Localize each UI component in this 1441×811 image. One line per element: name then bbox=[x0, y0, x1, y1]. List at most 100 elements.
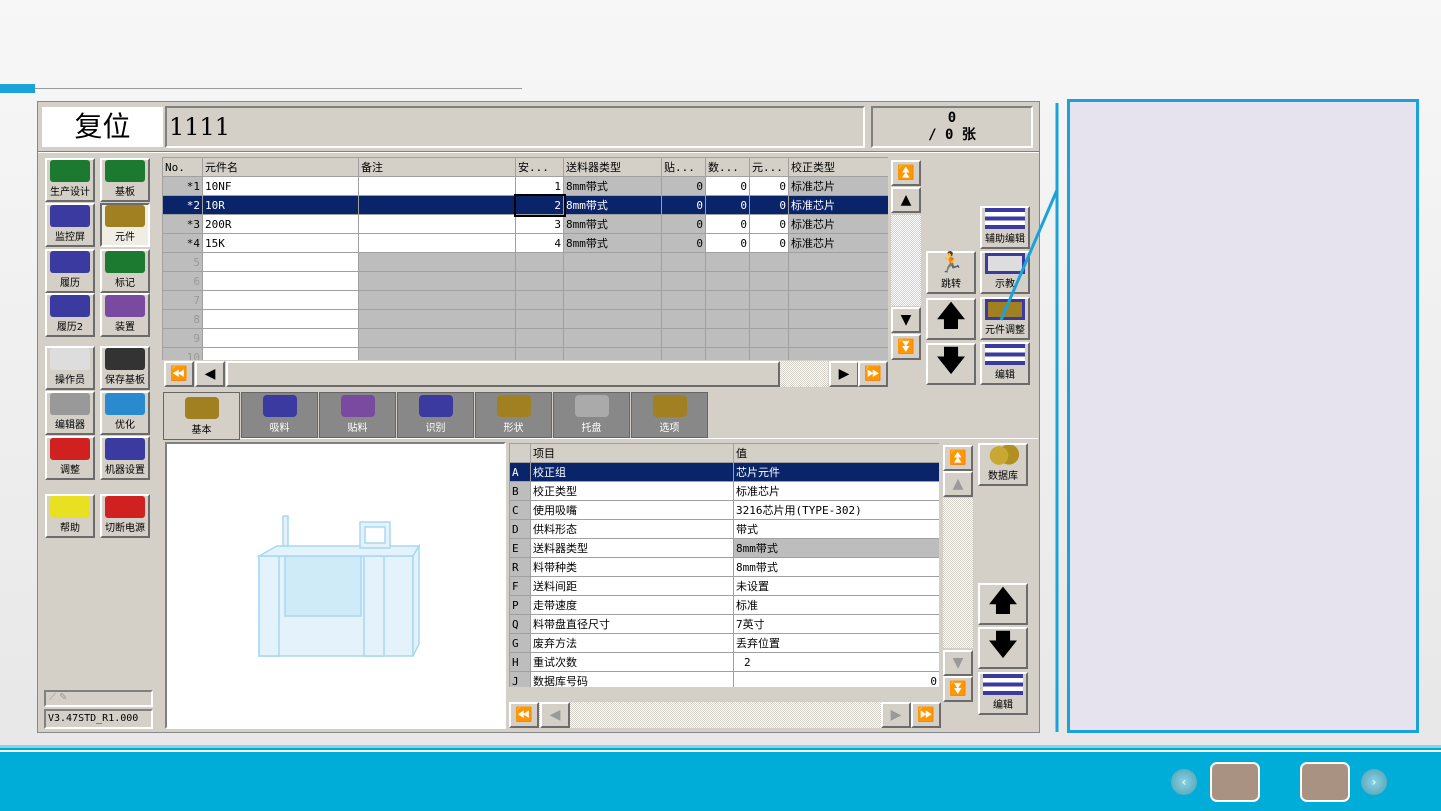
horizontal-scroll-thumb[interactable] bbox=[226, 361, 780, 387]
prop-scroll-top-button[interactable]: ⏫ bbox=[943, 445, 973, 471]
scroll-bottom-button[interactable]: ⏬ bbox=[891, 334, 921, 360]
machine-illustration bbox=[256, 515, 421, 657]
property-row[interactable]: G 废弃方法 丢弃位置 bbox=[509, 633, 939, 653]
table-row[interactable]: 5 bbox=[162, 252, 888, 272]
cell-align: 标准芯片 bbox=[788, 176, 888, 196]
sidebar-item-8[interactable]: 操作员 bbox=[45, 346, 95, 390]
prop-scroll-left-button[interactable]: ◀ bbox=[540, 702, 570, 728]
prop-scroll-bottom-button[interactable]: ⏬ bbox=[943, 676, 973, 702]
property-row[interactable]: H 重试次数 2 bbox=[509, 652, 939, 672]
tab-6[interactable]: 选项 bbox=[631, 392, 708, 438]
move-down-button[interactable]: 🡇 bbox=[926, 343, 976, 385]
prop-vertical-scrollbar[interactable] bbox=[943, 498, 973, 648]
tab-4[interactable]: 形状 bbox=[475, 392, 552, 438]
table-row[interactable]: 8 bbox=[162, 309, 888, 329]
sidebar-item-2[interactable]: 监控屏 bbox=[45, 203, 95, 247]
tab-icon bbox=[652, 395, 687, 417]
next-page-button[interactable]: › bbox=[1361, 769, 1387, 795]
sidebar-item-15[interactable]: 切断电源 bbox=[100, 494, 150, 538]
tab-5[interactable]: 托盘 bbox=[553, 392, 630, 438]
table-row[interactable]: *2 10R 2 8mm带式 0 0 0 标准芯片 bbox=[162, 193, 888, 217]
column-header[interactable]: 校正类型 bbox=[788, 157, 888, 177]
scroll-up-button[interactable]: ▲ bbox=[891, 187, 921, 213]
property-value: 标准 bbox=[733, 595, 939, 615]
sidebar-item-0[interactable]: 生产设计 bbox=[45, 158, 95, 202]
column-header[interactable]: 安... bbox=[515, 157, 564, 177]
sidebar-item-label: 标记 bbox=[115, 278, 135, 289]
scroll-last-button[interactable]: ⏩ bbox=[858, 361, 888, 387]
sidebar-item-10[interactable]: 编辑器 bbox=[45, 391, 95, 435]
page-thumb-2[interactable] bbox=[1300, 762, 1350, 802]
move-up-button[interactable]: 🡅 bbox=[926, 298, 976, 340]
prop-scroll-first-button[interactable]: ⏪ bbox=[509, 702, 539, 728]
column-header[interactable]: 送料器类型 bbox=[563, 157, 662, 177]
property-row[interactable]: D 供料形态 带式 bbox=[509, 519, 939, 539]
sidebar-item-12[interactable]: 调整 bbox=[45, 436, 95, 480]
prop-horizontal-scrollbar[interactable] bbox=[509, 702, 941, 728]
column-header[interactable]: 数... bbox=[705, 157, 750, 177]
cell-e: 0 bbox=[749, 214, 789, 234]
prev-page-button[interactable]: ‹ bbox=[1171, 769, 1197, 795]
column-header[interactable]: 贴... bbox=[661, 157, 706, 177]
property-row[interactable]: B 校正类型 标准芯片 bbox=[509, 481, 939, 501]
tab-1[interactable]: 吸料 bbox=[241, 392, 318, 438]
cell-feeder bbox=[563, 252, 662, 272]
column-header[interactable]: No. bbox=[162, 157, 203, 177]
sidebar-item-1[interactable]: 基板 bbox=[100, 158, 150, 202]
table-row[interactable]: 9 bbox=[162, 328, 888, 348]
property-row[interactable]: J 数据库号码 0 bbox=[509, 671, 939, 687]
property-row[interactable]: R 料带种类 8mm带式 bbox=[509, 557, 939, 577]
scroll-left-button[interactable]: ◀ bbox=[195, 361, 225, 387]
prop-scroll-last-button[interactable]: ⏩ bbox=[911, 702, 941, 728]
sidebar-item-6[interactable]: 履历2 bbox=[45, 293, 95, 337]
sidebar-item-4[interactable]: 履历 bbox=[45, 249, 95, 293]
scroll-down-button[interactable]: ▼ bbox=[891, 307, 921, 333]
prop-scroll-down-button[interactable]: ▼ bbox=[943, 650, 973, 676]
table-row[interactable]: *1 10NF 1 8mm带式 0 0 0 标准芯片 bbox=[162, 176, 888, 196]
sidebar-item-11[interactable]: 优化 bbox=[100, 391, 150, 435]
property-key: Q bbox=[509, 614, 531, 634]
property-key: H bbox=[509, 652, 531, 672]
table-row[interactable]: *3 200R 3 8mm带式 0 0 0 标准芯片 bbox=[162, 214, 888, 234]
property-row[interactable]: Q 料带盘直径尺寸 7英寸 bbox=[509, 614, 939, 634]
cell-align bbox=[788, 309, 888, 329]
table-row[interactable]: 10 bbox=[162, 347, 888, 360]
sidebar-item-5[interactable]: 标记 bbox=[100, 249, 150, 293]
column-header[interactable]: 备注 bbox=[358, 157, 516, 177]
table-row[interactable]: 6 bbox=[162, 271, 888, 291]
tab-icon bbox=[418, 395, 453, 417]
property-row[interactable]: P 走带速度 标准 bbox=[509, 595, 939, 615]
property-row[interactable]: A 校正组 芯片元件 bbox=[509, 462, 939, 482]
sidebar-item-14[interactable]: 帮助 bbox=[45, 494, 95, 538]
column-header[interactable]: 元件名 bbox=[202, 157, 359, 177]
column-header[interactable]: 元... bbox=[749, 157, 789, 177]
page-thumb-1[interactable] bbox=[1210, 762, 1260, 802]
property-row[interactable]: E 送料器类型 8mm带式 bbox=[509, 538, 939, 558]
tab-0[interactable]: 基本 bbox=[163, 392, 240, 440]
table-row[interactable]: 7 bbox=[162, 290, 888, 310]
property-table: 项目值 A 校正组 芯片元件 B 校正类型 标准芯片 C 使用吸嘴 3216芯片用(TYPE-3… bbox=[509, 443, 939, 687]
production-design-icon bbox=[50, 160, 90, 182]
property-row[interactable]: C 使用吸嘴 3216芯片用(TYPE-302) bbox=[509, 500, 939, 520]
scroll-top-button[interactable]: ⏫ bbox=[891, 160, 921, 186]
vertical-scrollbar[interactable] bbox=[891, 215, 921, 306]
cell-align: 标准芯片 bbox=[788, 195, 888, 215]
table-row[interactable]: *4 15K 4 8mm带式 0 0 0 标准芯片 bbox=[162, 233, 888, 253]
sidebar-item-9[interactable]: 保存基板 bbox=[100, 346, 150, 390]
scroll-first-button[interactable]: ⏪ bbox=[164, 361, 194, 387]
sidebar-item-7[interactable]: 装置 bbox=[100, 293, 150, 337]
property-row[interactable]: F 送料间距 未设置 bbox=[509, 576, 939, 596]
tab-2[interactable]: 贴料 bbox=[319, 392, 396, 438]
prop-scroll-right-button[interactable]: ▶ bbox=[881, 702, 911, 728]
tab-icon bbox=[184, 397, 219, 419]
horizontal-scroll-track[interactable] bbox=[780, 361, 828, 387]
sidebar-item-13[interactable]: 机器设置 bbox=[100, 436, 150, 480]
sidebar-item-3[interactable]: 元件 bbox=[100, 203, 150, 247]
board-icon bbox=[105, 160, 145, 182]
property-value: 7英寸 bbox=[733, 614, 939, 634]
tab-3[interactable]: 识别 bbox=[397, 392, 474, 438]
cell-name bbox=[202, 290, 359, 310]
prop-scroll-up-button[interactable]: ▲ bbox=[943, 471, 973, 497]
jump-button[interactable]: 🏃 跳转 bbox=[926, 250, 976, 294]
scroll-right-button[interactable]: ▶ bbox=[829, 361, 859, 387]
